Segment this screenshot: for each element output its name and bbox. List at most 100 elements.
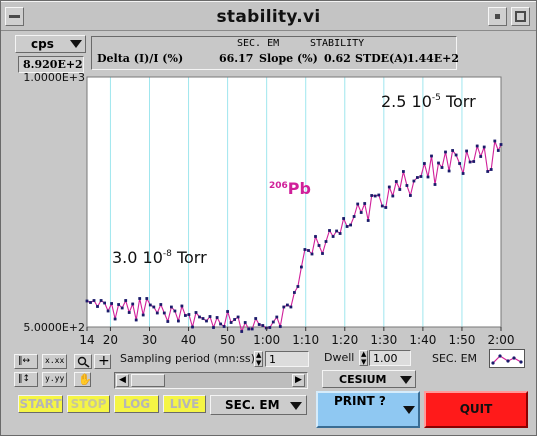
data-point: [433, 183, 437, 186]
data-point: [250, 327, 254, 331]
hand-icon: ✋: [78, 373, 92, 386]
pan-tool-button[interactable]: ✋: [74, 372, 92, 387]
stepper-down-icon: ▼: [256, 359, 262, 367]
detector-dropdown[interactable]: SEC. EM: [210, 395, 307, 415]
data-point: [342, 217, 345, 220]
data-point: [278, 325, 282, 328]
data-point: [187, 313, 191, 316]
data-point: [359, 211, 363, 214]
source-dropdown[interactable]: CESIUM: [322, 370, 416, 388]
log-button[interactable]: LOG: [114, 395, 159, 413]
scroll-right-button[interactable]: ▶: [292, 374, 305, 387]
live-button[interactable]: LIVE: [163, 395, 206, 413]
data-point: [236, 315, 240, 319]
data-point: [261, 324, 265, 327]
quit-button[interactable]: QUIT: [424, 391, 528, 428]
data-point: [444, 150, 447, 154]
data-point: [293, 291, 296, 294]
data-point: [303, 248, 307, 251]
data-point: [226, 310, 229, 313]
app-window: stability.vi cps 8.920E+2 SEC. EM STABIL…: [0, 0, 537, 436]
data-point: [398, 188, 402, 191]
x-tick-label: 1:50: [448, 333, 475, 347]
data-point: [328, 229, 331, 232]
data-point: [222, 325, 226, 328]
x-autoscale-button[interactable]: ‖↔: [14, 354, 38, 369]
stop-button-label: STOP: [70, 397, 107, 411]
y-format-label: y.yy: [45, 374, 65, 383]
data-point: [458, 162, 461, 165]
data-point: [479, 155, 483, 158]
data-point: [85, 299, 89, 303]
cursor-tool-button[interactable]: +: [94, 353, 111, 369]
x-format-button[interactable]: x.xx: [42, 354, 67, 369]
print-dropdown[interactable]: PRINT ?: [316, 391, 420, 428]
x-tick-label: 1:20: [331, 333, 358, 347]
data-point: [377, 193, 381, 197]
data-point: [468, 160, 472, 164]
x-tick-label: 1:30: [370, 333, 397, 347]
scroll-left-button[interactable]: ◀: [116, 374, 129, 387]
start-button[interactable]: START: [18, 395, 63, 413]
x-tick-label: 1:10: [292, 333, 319, 347]
data-point: [324, 240, 328, 243]
data-point: [349, 223, 352, 227]
data-point: [451, 149, 454, 152]
y-autoscale-icon: ‖↕: [18, 374, 31, 384]
stepper-up-icon: ▲: [361, 350, 367, 358]
data-point: [426, 175, 430, 179]
data-point: [300, 265, 303, 269]
y-format-button[interactable]: y.yy: [42, 372, 67, 387]
data-point: [423, 162, 426, 165]
data-point: [409, 194, 412, 197]
x-tick-label: 1:40: [409, 333, 436, 347]
data-point: [430, 154, 433, 158]
data-point: [391, 194, 395, 198]
data-point: [243, 321, 247, 324]
scroll-thumb[interactable]: [131, 374, 165, 387]
y-autoscale-button[interactable]: ‖↕: [14, 372, 38, 387]
sampling-scrollbar[interactable]: ◀ ▶: [114, 372, 308, 389]
stop-button[interactable]: STOP: [67, 395, 110, 413]
data-point: [240, 330, 244, 333]
arrow-right-icon: ▶: [295, 375, 302, 385]
y-tick-label: 5.0000E+2: [23, 321, 85, 334]
x-tick-label: 50: [220, 333, 235, 347]
data-point: [92, 299, 96, 302]
sampling-period-input[interactable]: 1: [265, 351, 309, 367]
magnifier-icon: [77, 356, 90, 368]
trace-icon: [491, 354, 523, 365]
data-point: [412, 179, 416, 183]
data-point: [472, 160, 476, 163]
data-point: [387, 185, 391, 189]
data-point: [402, 170, 405, 173]
detector-label: SEC. EM: [432, 352, 478, 365]
data-point: [106, 309, 110, 313]
data-point: [89, 301, 92, 304]
data-point: [229, 321, 233, 324]
x-tick-label: 30: [142, 333, 157, 347]
data-point: [363, 202, 367, 205]
dwell-stepper[interactable]: ▲ ▼: [359, 350, 368, 366]
data-point: [99, 299, 103, 302]
data-point: [352, 215, 356, 218]
data-point: [437, 161, 440, 165]
x-tick-label: 14: [79, 333, 94, 347]
source-dropdown-value: CESIUM: [339, 373, 387, 386]
data-point: [215, 316, 219, 319]
right-pressure-annotation: 2.5 10-5 Torr: [381, 92, 476, 111]
data-point: [208, 315, 212, 318]
data-point: [394, 180, 398, 183]
data-point: [496, 149, 500, 152]
sampling-period-stepper[interactable]: ▲ ▼: [254, 351, 263, 367]
data-point: [289, 305, 293, 309]
data-point: [338, 232, 342, 235]
x-tick-label: 1:00: [253, 333, 280, 347]
data-point: [370, 194, 374, 197]
data-point: [173, 309, 177, 313]
data-point: [201, 317, 205, 320]
data-point: [159, 303, 163, 306]
data-point: [275, 315, 279, 319]
zoom-tool-button[interactable]: [74, 354, 92, 369]
dwell-input[interactable]: 1.00: [369, 350, 411, 366]
